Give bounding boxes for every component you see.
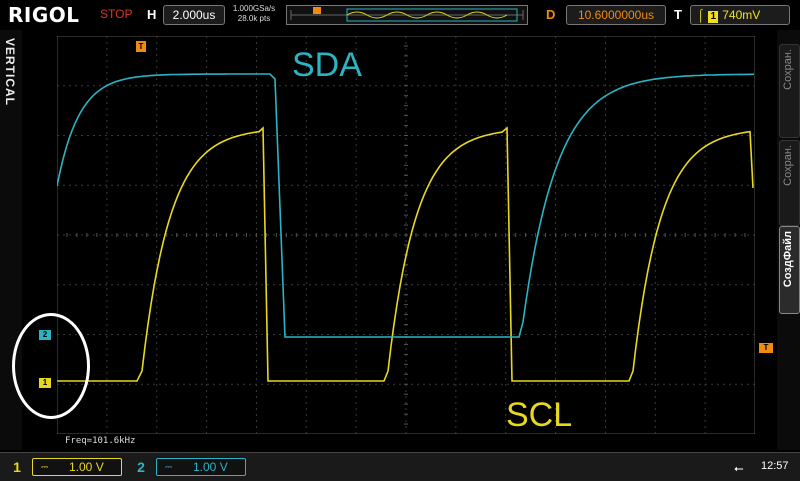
trigger-label: T [674, 7, 682, 22]
softkey-label: Сохран. [782, 145, 794, 186]
highlight-circle [12, 313, 90, 419]
channel-1-scale-box: ⎓ 1.00 V [32, 458, 122, 476]
sample-rate: 1.000GSa/s [232, 4, 276, 13]
softkey-label: Сохран. [782, 49, 794, 90]
dc-coupling-icon: ⎓ [41, 462, 49, 472]
trigger-position-marker[interactable]: T [136, 41, 146, 52]
dc-coupling-icon: ⎓ [165, 462, 173, 472]
channel-1-scale: 1.00 V [69, 460, 104, 474]
brand-logo: RIGOL [8, 3, 80, 27]
waveform-display[interactable] [57, 36, 755, 434]
top-status-bar: RIGOL STOP H 2.000us 1.000GSa/s 28.0k pt… [0, 0, 800, 30]
vertical-menu-label[interactable]: VERTICAL [3, 38, 17, 106]
rising-edge-icon: ⌠ [697, 8, 705, 22]
channel-1-number: 1 [13, 459, 21, 475]
softkey-save-1[interactable]: Сохран. [779, 44, 800, 138]
memory-strip-graphic [290, 7, 524, 22]
usb-icon: ⭠ [734, 461, 744, 475]
memory-depth: 28.0k pts [237, 14, 271, 23]
trigger-level: 740mV [722, 8, 761, 22]
softkey-save-2[interactable]: Сохран. [779, 140, 800, 226]
timebase-value[interactable]: 2.000us [163, 5, 225, 25]
delay-value[interactable]: 10.6000000us [566, 5, 666, 25]
horizontal-label: H [147, 7, 157, 22]
channel-2-scale-box: ⎓ 1.00 V [156, 458, 246, 476]
channel-2-scale: 1.00 V [193, 460, 228, 474]
memory-position-strip[interactable] [286, 5, 528, 25]
clock: 12:57 [761, 460, 789, 472]
sample-info: 1.000GSa/s 28.0k pts [228, 4, 280, 24]
trigger-level-marker[interactable]: T [759, 343, 773, 353]
frequency-measurement: Freq=101.6kHz [65, 436, 136, 446]
channel-2-number: 2 [137, 459, 145, 475]
bottom-status-bar: 1 ⎓ 1.00 V 2 ⎓ 1.00 V ⭠ 12:57 [0, 452, 800, 481]
softkey-panel: Сохран. Сохран. СоздФайл [777, 30, 800, 450]
sda-trace-label: SDA [292, 46, 362, 84]
softkey-create-file[interactable]: СоздФайл [779, 226, 800, 314]
run-stop-status[interactable]: STOP [100, 7, 132, 21]
trigger-settings[interactable]: ⌠ 1 740mV [690, 5, 790, 25]
delay-label: D [546, 7, 556, 22]
trigger-source: 1 [708, 11, 719, 23]
scl-trace-label: SCL [506, 396, 573, 434]
softkey-label: СоздФайл [782, 231, 794, 288]
